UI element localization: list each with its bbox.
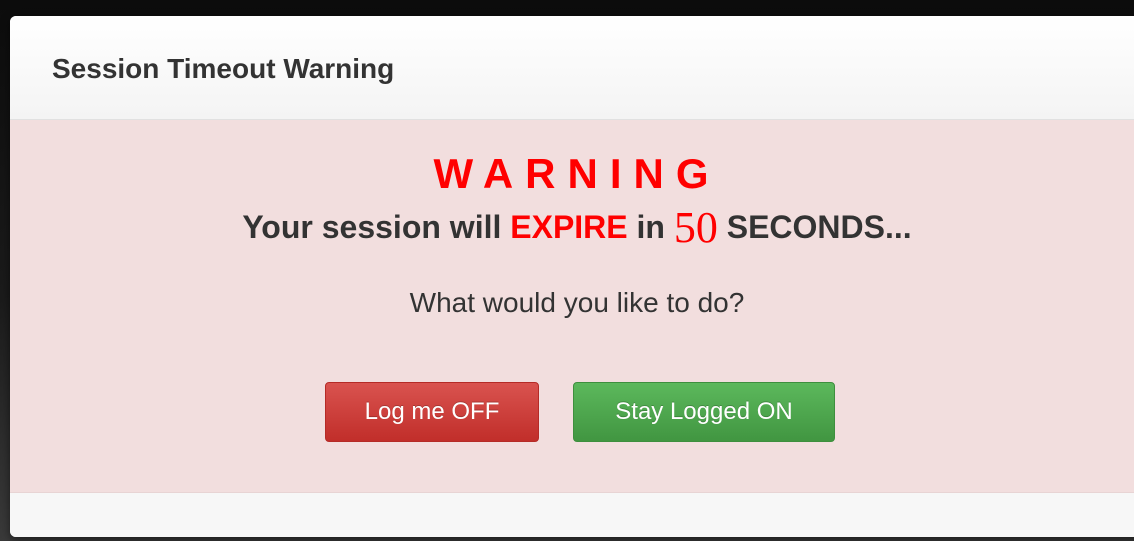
dialog-question: What would you like to do? xyxy=(409,287,745,318)
dialog-header: Session Timeout Warning xyxy=(10,16,1134,120)
dialog-title: Session Timeout Warning xyxy=(52,53,395,84)
dialog-body: WARNING Your session will EXPIRE in 50 S… xyxy=(10,120,1134,493)
dialog-footer xyxy=(10,493,1134,537)
expire-message-in: in xyxy=(636,209,665,245)
session-timeout-dialog: Session Timeout Warning WARNING Your ses… xyxy=(10,16,1134,537)
expire-message: Your session will EXPIRE in 50 SECONDS..… xyxy=(10,202,1134,252)
expire-word: EXPIRE xyxy=(510,209,628,245)
expire-message-suffix: SECONDS... xyxy=(726,209,912,245)
log-off-button[interactable]: Log me OFF xyxy=(325,382,539,442)
expire-message-prefix: Your session will xyxy=(242,209,502,245)
countdown-seconds: 50 xyxy=(673,203,718,252)
warning-heading: WARNING xyxy=(433,150,721,197)
stay-logged-on-button[interactable]: Stay Logged ON xyxy=(573,382,835,442)
